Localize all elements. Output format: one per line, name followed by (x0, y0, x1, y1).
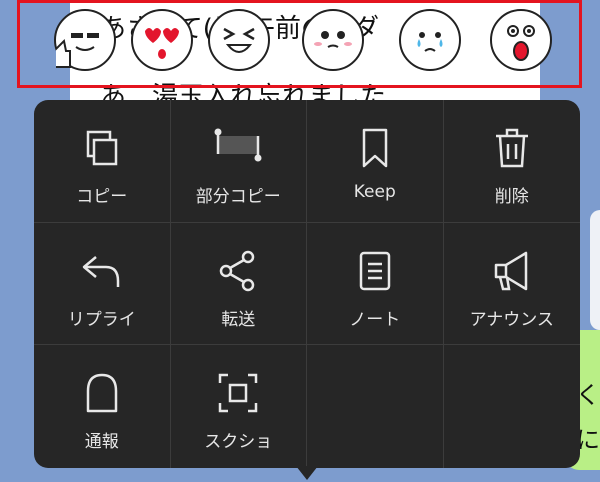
share-icon (220, 250, 255, 291)
menu-item-reply[interactable]: リプライ (34, 222, 171, 346)
menu-item-label: 部分コピー (195, 187, 281, 207)
reaction-pleading[interactable] (302, 9, 364, 71)
crying-icon (417, 32, 443, 52)
menu-item-label: 転送 (221, 309, 256, 330)
menu-empty-cell (307, 345, 444, 468)
menu-pointer (296, 466, 318, 480)
menu-item-note[interactable]: ノート (307, 222, 444, 346)
message-context-menu: コピー 部分コピー Keep 削除 リプライ 転送 ノート アナウンス 通報 ス… (34, 100, 580, 468)
heart-eyes-icon (145, 28, 179, 59)
pleading-icon (314, 31, 352, 48)
partial-copy-icon (214, 128, 262, 162)
other-bubble-edge (590, 210, 600, 330)
bookmark-icon (362, 128, 387, 168)
reaction-shocked[interactable] (490, 9, 552, 71)
menu-item-partial-copy[interactable]: 部分コピー (170, 100, 307, 223)
menu-item-label: スクショ (204, 432, 273, 453)
menu-item-delete[interactable]: 削除 (443, 100, 580, 223)
menu-item-copy[interactable]: コピー (34, 100, 171, 223)
menu-item-label: Keep (353, 182, 396, 202)
menu-item-forward[interactable]: 転送 (170, 222, 307, 346)
copy-icon (86, 130, 117, 166)
report-icon (86, 374, 117, 413)
trash-icon (495, 128, 528, 168)
reaction-laugh[interactable] (208, 9, 270, 71)
reaction-love[interactable] (131, 9, 193, 71)
reply-icon (82, 255, 119, 287)
note-icon (359, 251, 390, 290)
screenshot-icon (219, 374, 258, 413)
menu-item-screenshot[interactable]: スクショ (171, 345, 307, 468)
reaction-crying[interactable] (399, 9, 461, 71)
menu-item-keep[interactable]: Keep (307, 100, 444, 223)
menu-empty-cell (444, 345, 581, 468)
menu-item-label: ノート (349, 309, 401, 330)
menu-item-label: アナウンス (469, 309, 554, 330)
reaction-bar (17, 0, 582, 88)
reaction-thumbs-up[interactable] (54, 9, 116, 71)
menu-item-report[interactable]: 通報 (34, 345, 171, 468)
megaphone-icon (494, 251, 527, 290)
menu-item-label: コピー (76, 187, 128, 207)
menu-item-label: 通報 (84, 432, 119, 453)
shocked-icon (507, 25, 535, 61)
thumbs-up-smile-icon (56, 33, 99, 68)
menu-item-label: 削除 (494, 187, 529, 207)
menu-item-label: リプライ (67, 309, 136, 330)
menu-item-announce[interactable]: アナウンス (443, 223, 580, 346)
laughing-icon (223, 27, 255, 53)
